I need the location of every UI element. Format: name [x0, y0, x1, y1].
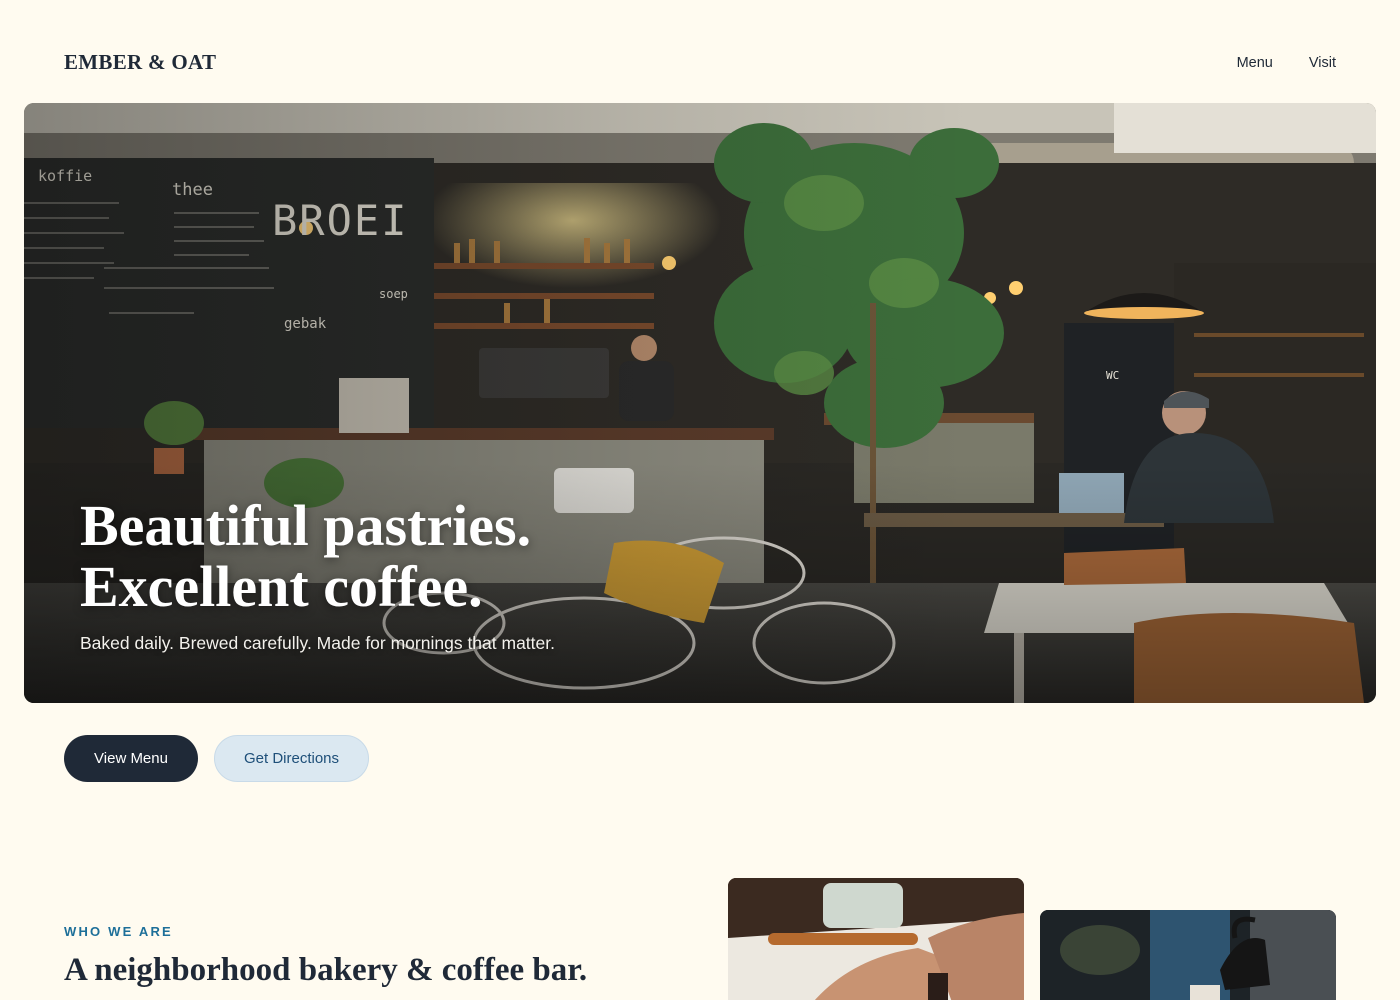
- site-header: EMBER & OAT Menu Visit: [0, 0, 1400, 103]
- about-title: A neighborhood bakery & coffee bar.: [64, 952, 588, 988]
- main-nav: Menu Visit: [1237, 55, 1336, 71]
- view-menu-button[interactable]: View Menu: [64, 735, 198, 782]
- hero-section: koffie thee BROEI gebak soep WC Beautifu…: [24, 103, 1376, 703]
- hero-title-line-1: Beautiful pastries.: [80, 493, 532, 558]
- brand-logo[interactable]: EMBER & OAT: [64, 50, 216, 75]
- baking-photo: [728, 878, 1024, 1000]
- hero-title: Beautiful pastries. Excellent coffee.: [80, 495, 531, 617]
- section-eyebrow: WHO WE ARE: [64, 924, 173, 939]
- nav-link-visit[interactable]: Visit: [1309, 55, 1336, 71]
- coffee-pour-photo: [1040, 910, 1336, 1000]
- nav-link-menu[interactable]: Menu: [1237, 55, 1273, 71]
- get-directions-button[interactable]: Get Directions: [214, 735, 369, 782]
- hero-subtitle: Baked daily. Brewed carefully. Made for …: [80, 633, 555, 653]
- hero-title-line-2: Excellent coffee.: [80, 554, 483, 619]
